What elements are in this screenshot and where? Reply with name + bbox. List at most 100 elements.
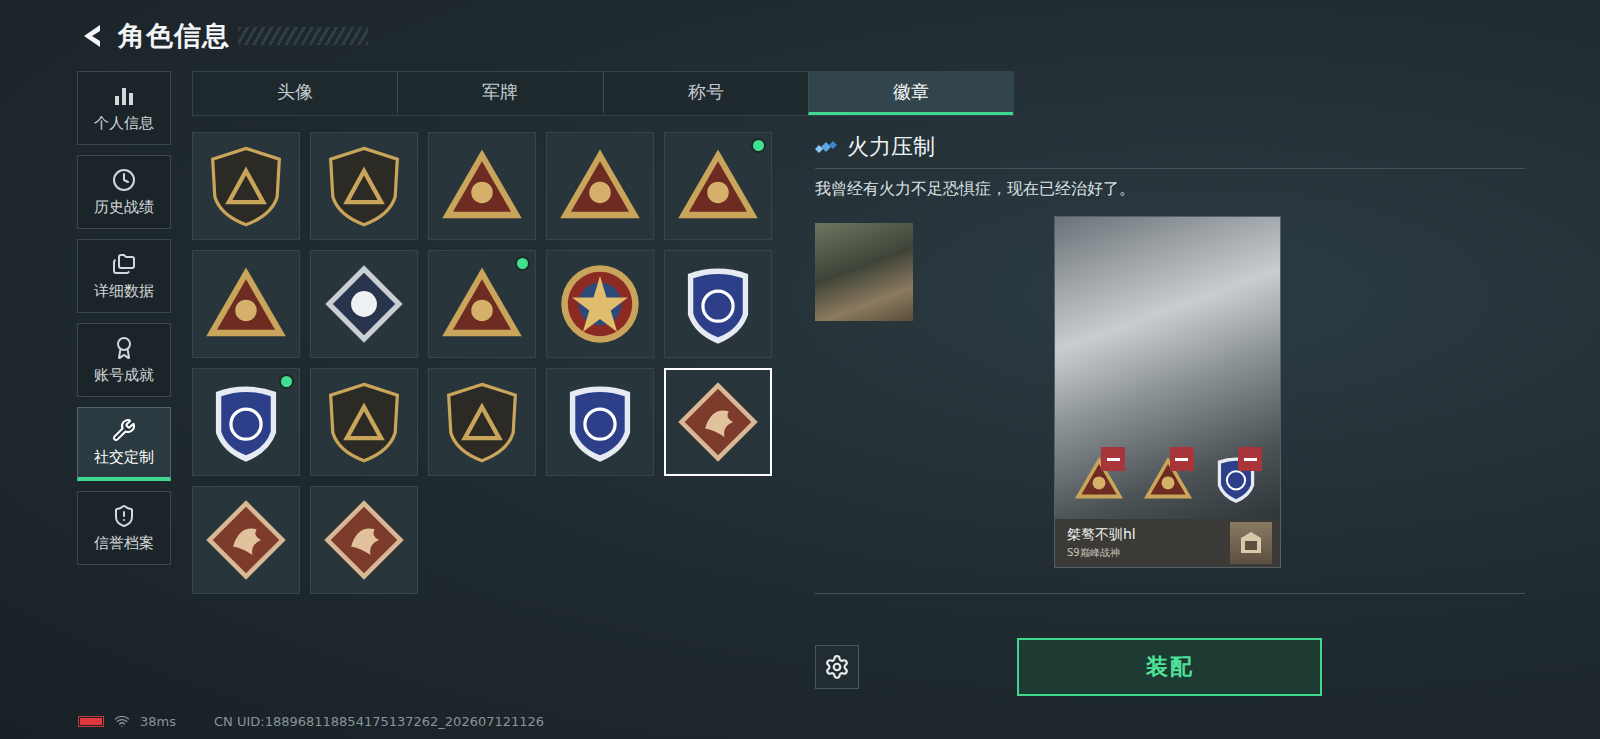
shield-badge-icon (321, 379, 407, 465)
badge-tile[interactable] (546, 368, 654, 476)
rose-diamond-badge-icon (321, 261, 407, 347)
sidebar-label: 个人信息 (94, 114, 154, 133)
remove-icon[interactable] (1170, 447, 1194, 471)
badge-tile[interactable] (310, 368, 418, 476)
new-dot (279, 374, 294, 389)
triangle-badge-icon (439, 261, 525, 347)
divider (815, 168, 1525, 169)
sidebar-label: 历史战绩 (94, 198, 154, 217)
statistics-icon (112, 84, 136, 108)
remove-icon[interactable] (1238, 447, 1262, 471)
tab[interactable]: 徽章 (808, 72, 1013, 115)
achievement-icon (112, 336, 136, 360)
equipped-badge (1073, 453, 1125, 505)
tab-bar: 头像军牌称号徽章 (192, 71, 1014, 116)
badge-tile[interactable] (546, 250, 654, 358)
triangle-badge-icon (557, 143, 643, 229)
uid: CN UID:188968118854175137262_20260712112… (214, 714, 544, 729)
page-title: 角色信息 (118, 18, 230, 54)
diamonds-icon (815, 139, 839, 155)
character-info-page: 角色信息个人信息历史战绩详细数据账号成就社交定制信誉档案 头像军牌称号徽章火力压制… (0, 0, 1600, 739)
blue-shield-badge-icon (557, 379, 643, 465)
battery-icon (78, 716, 104, 727)
history-icon (112, 168, 136, 192)
badge-tile[interactable] (310, 250, 418, 358)
title-decoration (238, 27, 368, 45)
sidebar-label: 信誉档案 (94, 534, 154, 553)
new-dot (515, 256, 530, 271)
badge-tile[interactable] (664, 132, 772, 240)
triangle-badge-icon (675, 143, 761, 229)
blue-shield-badge-icon (203, 379, 289, 465)
badge-tile[interactable] (310, 132, 418, 240)
player-title: S9巅峰战神 (1067, 546, 1222, 560)
badge-grid (192, 132, 772, 696)
triangle-badge-icon (203, 261, 289, 347)
divider (815, 593, 1525, 594)
badge-tile[interactable] (192, 250, 300, 358)
shield-badge-icon (203, 143, 289, 229)
content-body: 火力压制我曾经有火力不足恐惧症，现在已经治好了。桀骜不驯hl S9巅峰战神装配 (192, 132, 1525, 696)
card-info: 桀骜不驯hl S9巅峰战神 (1055, 519, 1280, 567)
equipped-badges (1073, 453, 1262, 505)
preview-row: 桀骜不驯hl S9巅峰战神 (815, 217, 1525, 567)
card-text: 桀骜不驯hl S9巅峰战神 (1067, 526, 1222, 560)
folders-icon (112, 252, 136, 276)
status-bar: 38ms CN UID:188968118854175137262_2026071… (0, 703, 1600, 739)
wifi-icon (114, 713, 130, 729)
card-picture (1055, 217, 1280, 519)
sidebar-item[interactable]: 个人信息 (77, 71, 171, 145)
player-name: 桀骜不驯hl (1067, 526, 1222, 544)
dragon-diamond-badge-icon (321, 497, 407, 583)
badge-tile[interactable] (192, 368, 300, 476)
badge-tile[interactable] (428, 132, 536, 240)
blue-shield-badge-icon (675, 261, 761, 347)
sidebar-item[interactable]: 社交定制 (77, 407, 171, 481)
sidebar-item[interactable]: 详细数据 (77, 239, 171, 313)
sidebar-item[interactable]: 账号成就 (77, 323, 171, 397)
sidebar-label: 社交定制 (94, 448, 154, 467)
detail-title: 火力压制 (847, 132, 935, 162)
rank-emblem-icon (1230, 522, 1272, 564)
sidebar-item[interactable]: 历史战绩 (77, 155, 171, 229)
back-arrow-icon[interactable] (78, 22, 106, 50)
badge-tile[interactable] (664, 368, 772, 476)
avatar-picture (815, 223, 913, 321)
sidebar-item[interactable]: 信誉档案 (77, 491, 171, 565)
content: 头像军牌称号徽章火力压制我曾经有火力不足恐惧症，现在已经治好了。桀骜不驯hl S9… (192, 71, 1525, 703)
credit-shield-icon (112, 504, 136, 528)
action-row: 装配 (815, 638, 1525, 696)
sidebar-label: 详细数据 (94, 282, 154, 301)
ping: 38ms (140, 714, 176, 729)
badge-detail: 火力压制我曾经有火力不足恐惧症，现在已经治好了。桀骜不驯hl S9巅峰战神装配 (815, 132, 1525, 696)
remove-icon[interactable] (1101, 447, 1125, 471)
shield-badge-icon (321, 143, 407, 229)
gear-icon (824, 654, 850, 680)
settings-button[interactable] (815, 645, 859, 689)
tab[interactable]: 军牌 (397, 72, 602, 115)
badge-tile[interactable] (428, 368, 536, 476)
tab[interactable]: 头像 (193, 72, 397, 115)
equipped-badge (1210, 453, 1262, 505)
badge-tile[interactable] (428, 250, 536, 358)
dragon-diamond-badge-icon (203, 497, 289, 583)
badge-tile[interactable] (310, 486, 418, 594)
badge-tile[interactable] (192, 486, 300, 594)
badge-tile[interactable] (664, 250, 772, 358)
star-round-badge-icon (557, 261, 643, 347)
main-area: 个人信息历史战绩详细数据账号成就社交定制信誉档案 头像军牌称号徽章火力压制我曾经有… (0, 71, 1600, 703)
badge-tile[interactable] (546, 132, 654, 240)
equip-button[interactable]: 装配 (1017, 638, 1322, 696)
player-card: 桀骜不驯hl S9巅峰战神 (1055, 217, 1280, 567)
tab[interactable]: 称号 (603, 72, 808, 115)
equipped-badge (1142, 453, 1194, 505)
detail-title-row: 火力压制 (815, 132, 1525, 162)
new-dot (751, 138, 766, 153)
detail-description: 我曾经有火力不足恐惧症，现在已经治好了。 (815, 177, 1525, 201)
sidebar-label: 账号成就 (94, 366, 154, 385)
shield-badge-icon (439, 379, 525, 465)
header: 角色信息 (0, 0, 1600, 71)
tools-icon (112, 418, 136, 442)
dragon-diamond-badge-icon (675, 379, 761, 465)
badge-tile[interactable] (192, 132, 300, 240)
